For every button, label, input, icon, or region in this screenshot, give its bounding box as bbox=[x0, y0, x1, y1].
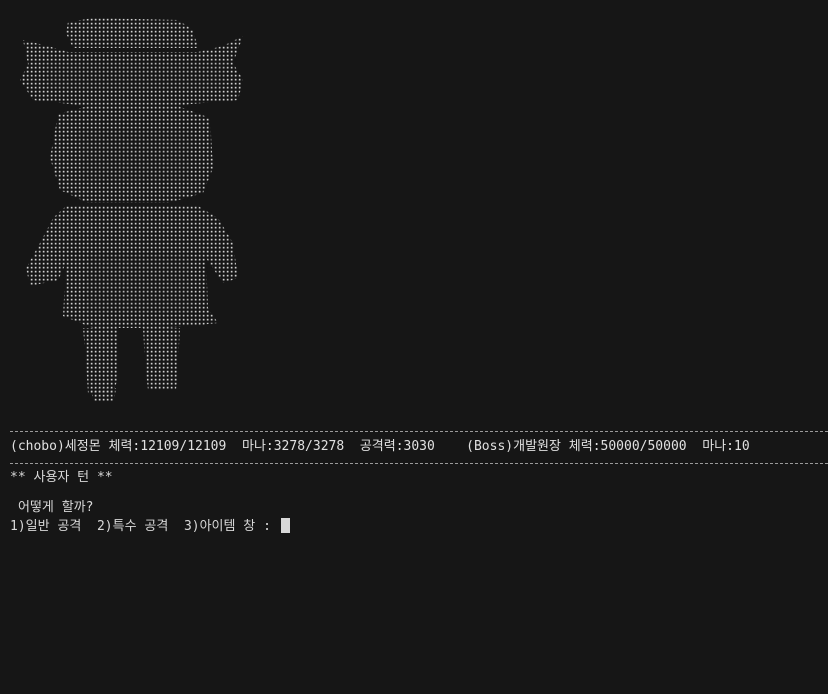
status-line: (chobo)세정몬 체력:12109/12109 마나:3278/3278 공… bbox=[10, 439, 750, 454]
separator-top bbox=[10, 431, 828, 432]
ascii-art-character bbox=[20, 18, 243, 402]
action-question: 어떻게 할까? bbox=[18, 500, 94, 515]
text-cursor[interactable] bbox=[280, 518, 290, 533]
turn-indicator: ** 사용자 턴 ** bbox=[10, 470, 113, 485]
command-prompt[interactable]: 1)일반 공격 2)특수 공격 3)아이템 창 : bbox=[10, 518, 290, 535]
menu-options: 1)일반 공격 2)특수 공격 3)아이템 창 : bbox=[10, 519, 279, 534]
separator-bottom bbox=[10, 463, 828, 464]
